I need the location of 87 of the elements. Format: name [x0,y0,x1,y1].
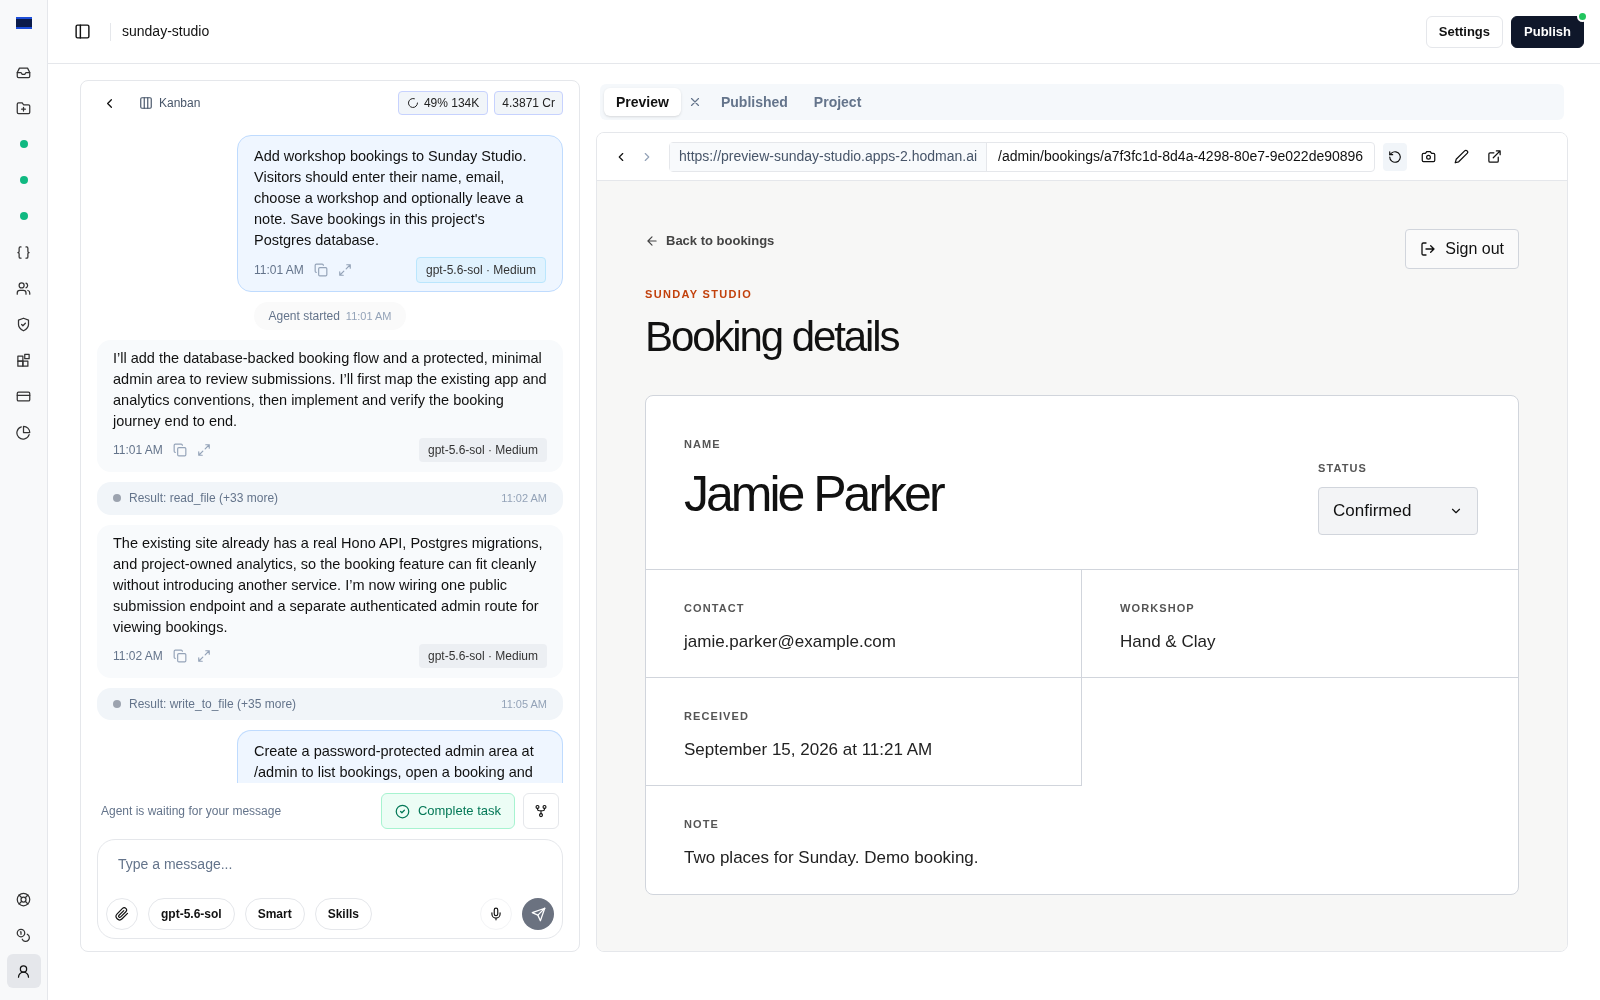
message-time: 11:01 AM [113,442,163,459]
page-heading: Booking details [645,316,900,359]
reload-button[interactable] [1383,142,1408,171]
bullet-icon [113,699,121,708]
loading-icon [406,97,419,109]
sign-out-button[interactable]: Sign out [1405,229,1519,269]
coins-icon [16,927,31,943]
field-label: NOTE [684,817,720,833]
message-text: Add workshop bookings to Sunday Studio. Visitors should enter their name, email, choose a workshop and optionally leave a note. Save bookings in this project's Postgres database. [254,147,528,250]
url-path: /admin/bookings/a7f3fc1d-8d4a-4298-80e7-9e022de90896 [997,147,1365,166]
result-text: Result: write_to_file (+35 more) [129,695,297,713]
send-button[interactable] [522,898,554,930]
tab[interactable]: Preview [604,88,681,116]
rail-button[interactable] [6,954,41,988]
field-label: CONTACT [684,601,746,617]
arrow-left-icon [645,233,659,248]
event-text: Agent started [268,308,340,325]
send-icon [530,906,546,922]
field-label: WORKSHOP [1120,601,1196,617]
lifebuoy-icon [16,891,31,907]
credit-card-icon [16,388,31,404]
field-value: Hand & Clay [1120,630,1217,653]
branch-button[interactable] [523,793,559,829]
status-select[interactable]: Confirmed [1318,486,1478,535]
field-value: September 15, 2026 at 11:21 AM [684,738,934,761]
model-tag: gpt-5.6-sol · Medium [415,257,546,283]
kanban-link[interactable]: Kanban [139,94,201,112]
shield-check-icon [16,316,31,332]
pie-chart-icon [16,424,31,440]
context-usage-badge: 49% 134K [397,91,489,115]
branch-icon [534,804,548,818]
camera-icon [1420,149,1436,164]
result-text: Result: read_file (+33 more) [129,490,279,508]
back-to-bookings-link[interactable]: Back to bookings [645,231,775,251]
tab[interactable]: Published [708,88,800,116]
check-circle-icon [394,803,410,819]
message-time: 11:01 AM [254,262,304,279]
agent-status: Agent is waiting for your message [101,803,282,820]
booking-name: Jamie Parker [684,468,945,519]
inbox-icon [16,64,31,80]
bullet-icon [113,494,121,503]
credits-badge: 4.3871 Cr [494,91,563,115]
field-label: RECEIVED [684,709,751,725]
project-name: sunday-studio [122,22,210,41]
tab[interactable]: Project [801,88,874,116]
url-base: https://preview-sunday-studio.apps-2.hodman.ai [670,142,988,171]
paperclip-icon [115,907,129,921]
message-text: I’ll add the database-backed booking flow and a protected, minimal admin area to review submissions. I’ll first map the existing app and analytics conventions, then implement and verify the booking journey end to end. [113,349,547,431]
result-time: 11:02 AM [501,491,547,506]
expand-icon [337,263,352,277]
braces-icon [16,244,31,260]
field-value: jamie.parker@example.com [684,630,897,653]
folder-plus-icon [16,100,31,116]
tool-result-row[interactable]: Result: read_file (+33 more) 11:02 AM [97,482,563,515]
external-link-icon [1486,149,1502,164]
result-time: 11:05 AM [501,696,547,712]
sign-out-icon [1420,241,1437,257]
event-time: 11:01 AM [345,309,392,324]
field-label: NAME [684,437,722,453]
pencil-icon [1453,149,1469,164]
field-label: STATUS [1318,461,1368,477]
model-tag: gpt-5.6-sol · Medium [418,643,547,668]
publish-button[interactable]: Publish [1511,15,1584,48]
complete-task-button[interactable]: Complete task [380,793,515,829]
settings-button[interactable]: Settings [1425,15,1504,48]
message-text: Create a password-protected admin area at /admin to list bookings, open a booking and [254,742,535,782]
message-time: 11:02 AM [113,647,163,665]
user-icon [16,963,31,979]
users-icon [16,280,31,296]
copy-icon [172,443,187,457]
brand-eyebrow: SUNDAY STUDIO [645,286,753,302]
sidebar-icon [73,23,91,40]
model-tag: gpt-5.6-sol · Medium [418,438,547,462]
address-bar[interactable]: https://preview-sunday-studio.apps-2.hodman.ai /admin/bookings/a7f3fc1d-8d4a-4298-80e7-9e022de90896 [669,141,1376,172]
note-text: Two places for Sunday. Demo booking. [684,846,980,869]
copy-icon [172,648,187,663]
blocks-icon [16,352,31,368]
tool-result-row[interactable]: Result: write_to_file (+35 more) 11:05 AM [97,687,563,720]
expand-icon [196,648,211,663]
microphone-icon [489,907,503,921]
message-text: The existing site already has a real Hono API, Postgres migrations, and project-owned analytics, so the booking feature can fit cleanly without introducing another service. I’m now wiring one public submission endpoint and a separate authenticated admin route for viewing bookings. [113,533,544,637]
expand-icon [196,443,211,457]
columns-icon [139,96,153,110]
refresh-icon [1388,149,1403,164]
copy-icon [313,263,328,277]
message-input[interactable]: Type a message... [118,854,542,875]
app-logo[interactable] [15,17,32,29]
